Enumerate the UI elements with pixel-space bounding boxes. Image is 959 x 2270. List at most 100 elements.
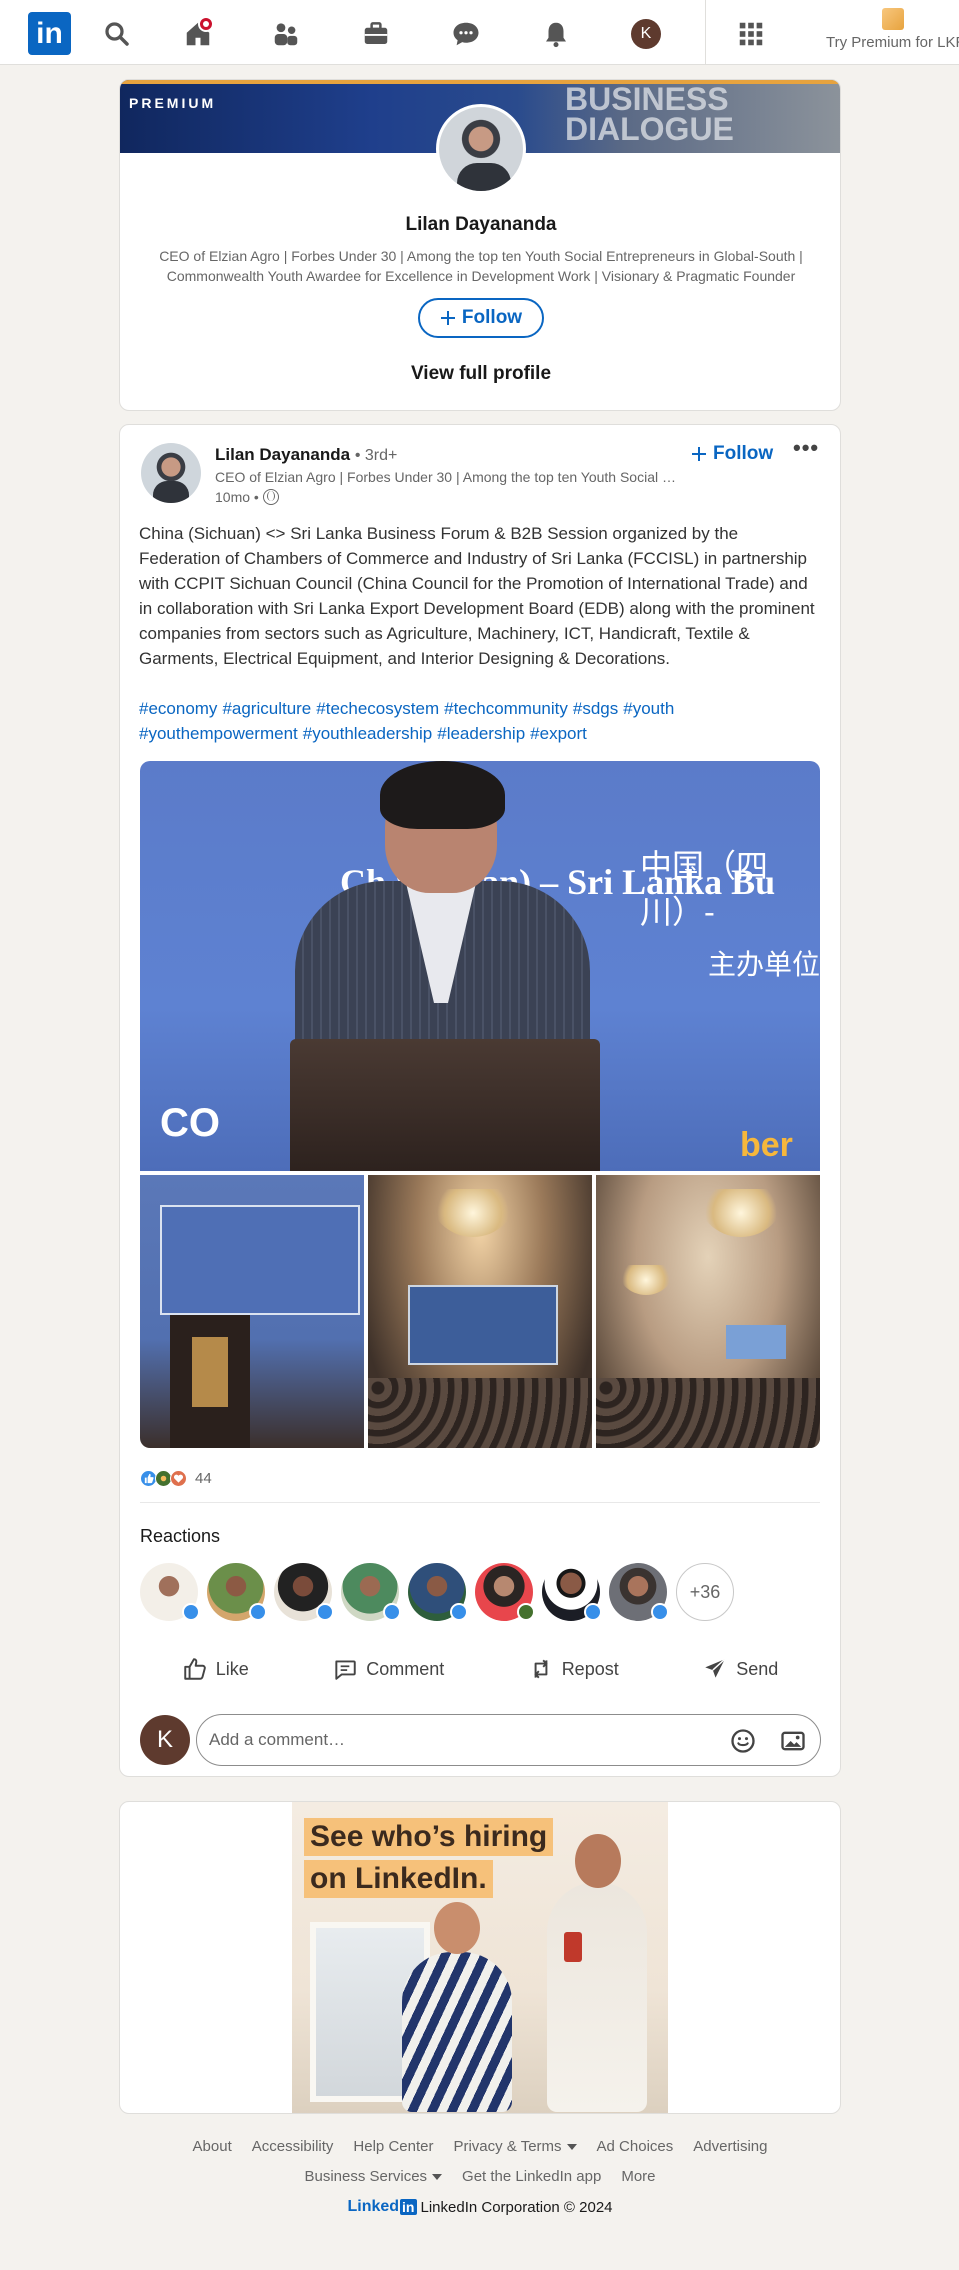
post-text: China (Sichuan) <> Sri Lanka Business Fo… [139, 524, 815, 668]
footer-link-privacy-terms[interactable]: Privacy & Terms [453, 2138, 577, 2155]
footer-link-accessibility[interactable]: Accessibility [252, 2138, 334, 2155]
like-reaction-icon [249, 1603, 267, 1621]
follow-button[interactable]: Follow [418, 298, 544, 338]
post-photo-main[interactable]: Ch Sichuan) – Sri Lanka Bu 中国（四川）- 主办单位 … [140, 761, 820, 1171]
repost-icon [534, 1659, 548, 1679]
like-reaction-icon [450, 1603, 468, 1621]
reactor-avatar[interactable] [475, 1563, 535, 1621]
home-icon[interactable] [178, 14, 218, 54]
footer-link-more[interactable]: More [621, 2168, 655, 2185]
chevron-down-icon [432, 2173, 443, 2180]
reactor-avatar[interactable] [274, 1563, 334, 1621]
try-premium-link[interactable]: Try Premium for LKR [826, 6, 959, 62]
stage-screen [408, 1285, 558, 1365]
comment-label: Comment [366, 1658, 445, 1679]
chevron-down-icon [566, 2143, 577, 2150]
hashtag-link[interactable]: #economy [139, 699, 217, 718]
speaker-hair [380, 761, 505, 829]
work-grid-icon[interactable] [731, 14, 771, 54]
copyright: Linked in LinkedIn Corporation © 2024 [119, 2198, 841, 2216]
jobs-icon[interactable] [356, 14, 396, 54]
hashtag-link[interactable]: #youthempowerment [139, 724, 298, 743]
post-author[interactable]: Lilan Dayananda • 3rd+ [215, 445, 397, 465]
hashtag-link[interactable]: #export [530, 724, 587, 743]
repost-label: Repost [561, 1658, 619, 1679]
footer-link-ad-choices[interactable]: Ad Choices [597, 2138, 674, 2155]
footer-link-label: Business Services [304, 2168, 428, 2185]
image-icon[interactable] [779, 1727, 807, 1755]
ad-image[interactable]: See who’s hiring on LinkedIn. [292, 1802, 668, 2113]
more-options-icon[interactable]: ••• [793, 435, 819, 461]
footer-link-get-app[interactable]: Get the LinkedIn app [462, 2168, 601, 2185]
post-photo-thumbnail[interactable] [596, 1175, 820, 1448]
like-reaction-icon [316, 1603, 334, 1621]
profile-card: PREMIUM BUSINESS DIALOGUE Lilan Dayanand… [119, 79, 841, 411]
logo-box: in [400, 2199, 417, 2215]
me-avatar[interactable]: K [626, 14, 666, 54]
reaction-summary[interactable]: 44 [140, 1470, 212, 1487]
banner-text: ber 20 [740, 1126, 793, 1171]
reactor-avatar[interactable] [542, 1563, 602, 1621]
premium-badge: PREMIUM [129, 95, 217, 111]
send-button[interactable]: Send [702, 1647, 778, 1691]
cover-text: BUSINESS DIALOGUE [565, 81, 734, 147]
post-photo-thumbnail[interactable] [368, 1175, 592, 1448]
hashtag-link[interactable]: #youthleadership [303, 724, 432, 743]
send-label: Send [736, 1658, 779, 1679]
post-author-headline: CEO of Elzian Agro | Forbes Under 30 | A… [215, 469, 680, 485]
reactor-avatar[interactable] [341, 1563, 401, 1621]
reactor-list: +36 [140, 1563, 734, 1621]
connection-degree: • 3rd+ [354, 447, 398, 464]
plus-icon [692, 447, 706, 461]
search-icon[interactable] [97, 14, 137, 54]
hashtag-link[interactable]: #leadership [437, 724, 525, 743]
messaging-icon[interactable] [446, 14, 486, 54]
comment-icon [335, 1660, 356, 1680]
reactor-avatar[interactable] [609, 1563, 669, 1621]
profile-photo[interactable] [436, 104, 526, 194]
send-icon [705, 1658, 726, 1678]
follow-label: Follow [461, 307, 523, 328]
view-full-profile-link[interactable]: View full profile [120, 363, 840, 385]
post-timestamp: 10mo • [215, 489, 279, 505]
post-photo-grid: Ch Sichuan) – Sri Lanka Bu 中国（四川）- 主办单位 … [140, 761, 820, 1448]
repost-button[interactable]: Repost [528, 1647, 619, 1691]
footer-link-about[interactable]: About [193, 2138, 232, 2155]
footer-link-help-center[interactable]: Help Center [353, 2138, 433, 2155]
reactor-avatar[interactable] [408, 1563, 468, 1621]
footer-links: About Accessibility Help Center Privacy … [119, 2138, 841, 2155]
logo-text: Linked [347, 2198, 400, 2215]
profile-headline: CEO of Elzian Agro | Forbes Under 30 | A… [159, 248, 803, 284]
stage-screen [726, 1325, 786, 1359]
banner-text: 主办单位 [708, 948, 820, 981]
podium [170, 1315, 250, 1448]
ad-card: See who’s hiring on LinkedIn. [119, 1801, 841, 2114]
ad-headline: See who’s hiring on LinkedIn. [304, 1818, 564, 1902]
hashtag-link[interactable]: #techecosystem [316, 699, 439, 718]
ad-headline-line: on LinkedIn. [304, 1860, 493, 1898]
post-card: Lilan Dayananda • 3rd+ CEO of Elzian Agr… [119, 424, 841, 1777]
hashtag-link[interactable]: #techcommunity [444, 699, 568, 718]
hashtag-link[interactable]: #agriculture [222, 699, 311, 718]
premium-cta-label: Try Premium for LKR [826, 34, 959, 51]
emoji-icon[interactable] [729, 1727, 757, 1755]
footer-link-advertising[interactable]: Advertising [693, 2138, 767, 2155]
more-reactors-button[interactable]: +36 [676, 1563, 734, 1621]
hashtag-link[interactable]: #youth [623, 699, 674, 718]
profile-name[interactable]: Lilan Dayananda [120, 214, 840, 236]
hashtag-link[interactable]: #sdgs [573, 699, 618, 718]
avatar[interactable]: K [140, 1715, 190, 1765]
like-button[interactable]: Like [182, 1647, 249, 1691]
post-follow-button[interactable]: Follow [685, 439, 779, 469]
reactor-avatar[interactable] [140, 1563, 200, 1621]
reaction-count: 44 [195, 1470, 212, 1487]
linkedin-logo[interactable]: in [28, 12, 71, 55]
comment-button[interactable]: Comment [332, 1647, 444, 1691]
my-network-icon[interactable] [266, 14, 306, 54]
notifications-icon[interactable] [536, 14, 576, 54]
post-photo-thumbnail[interactable] [140, 1175, 364, 1448]
comment-input[interactable]: Add a comment… [196, 1714, 821, 1766]
footer-link-business-services[interactable]: Business Services [304, 2168, 443, 2185]
post-author-avatar[interactable] [141, 443, 201, 503]
reactor-avatar[interactable] [207, 1563, 267, 1621]
